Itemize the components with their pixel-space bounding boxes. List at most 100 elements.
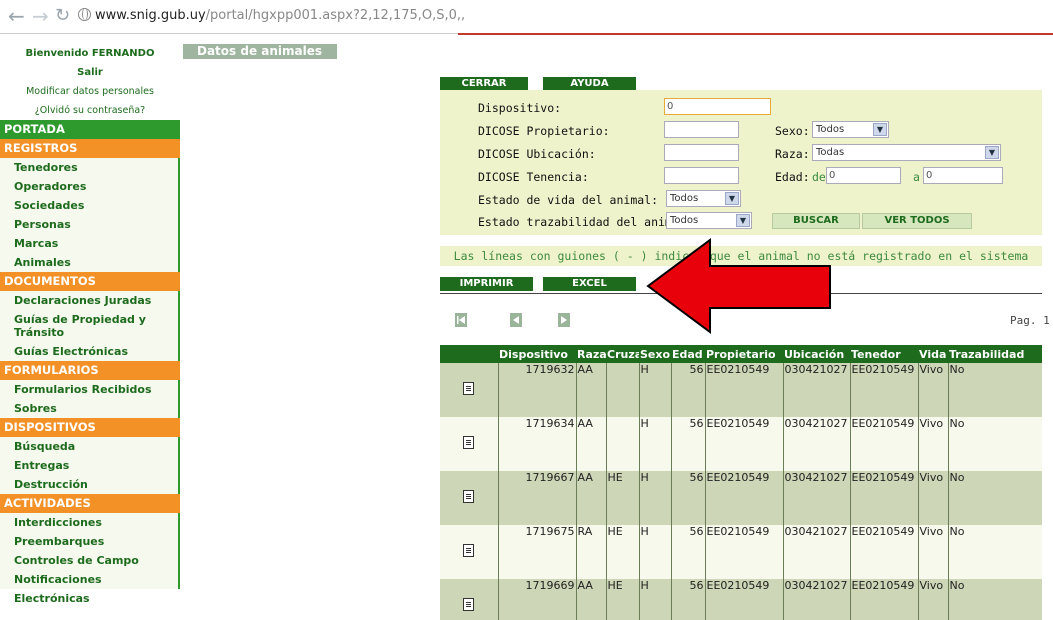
sidebar-item[interactable]: Búsqueda bbox=[0, 437, 180, 456]
chevron-down-icon[interactable]: ▼ bbox=[873, 123, 887, 136]
sidebar-section-3[interactable]: FORMULARIOS bbox=[0, 361, 180, 380]
sidebar-item[interactable]: Operadores bbox=[0, 177, 180, 196]
sexo-select[interactable]: Todos ▼ bbox=[812, 121, 889, 138]
table-cell: No bbox=[947, 525, 1042, 579]
view-all-button[interactable]: VER TODOS bbox=[862, 213, 972, 229]
table-cell: 56 bbox=[670, 525, 705, 579]
sidebar-item[interactable]: Sobres bbox=[0, 399, 180, 418]
table-cell: EE0210549 bbox=[704, 525, 783, 579]
table-row[interactable]: 1719669 AA HE H 56 EE0210549 030421027 EE021054… bbox=[440, 579, 1042, 620]
excel-button[interactable]: EXCEL bbox=[543, 277, 636, 291]
table-cell: No bbox=[947, 579, 1042, 620]
column-header[interactable]: Edad bbox=[671, 345, 705, 363]
table-cell: 56 bbox=[670, 579, 705, 620]
table-row[interactable]: 1719667 AA HE H 56 EE0210549 030421027 EE021054… bbox=[440, 471, 1042, 525]
vida-select[interactable]: Todos ▼ bbox=[666, 190, 741, 207]
chevron-down-icon[interactable]: ▼ bbox=[985, 146, 999, 159]
sidebar-item[interactable]: Guías de Propiedad y Tránsito bbox=[0, 310, 180, 342]
table-cell: EE0210549 bbox=[704, 417, 783, 471]
forgot-password-link[interactable]: ¿Olvidó su contraseña? bbox=[0, 101, 180, 120]
sidebar-item[interactable]: Controles de Campo bbox=[0, 551, 180, 570]
sidebar-item[interactable]: Marcas bbox=[0, 234, 180, 253]
next-page-icon[interactable] bbox=[558, 313, 570, 327]
vida-label: Estado de vida del animal: bbox=[478, 193, 659, 207]
raza-select[interactable]: Todas ▼ bbox=[812, 144, 1001, 161]
edit-profile-link[interactable]: Modificar datos personales bbox=[0, 82, 180, 101]
logout-link[interactable]: Salir bbox=[0, 63, 180, 82]
sidebar-section-4[interactable]: DISPOSITIVOS bbox=[0, 418, 180, 437]
reload-icon[interactable]: ↻ bbox=[55, 5, 70, 27]
tenencia-label: DICOSE Tenencia: bbox=[478, 170, 589, 184]
table-cell: H bbox=[638, 363, 671, 417]
forward-arrow-icon[interactable]: → bbox=[32, 5, 49, 27]
table-row[interactable]: 1719675 RA HE H 56 EE0210549 030421027 EE021054… bbox=[440, 525, 1042, 579]
sidebar-item[interactable]: Personas bbox=[0, 215, 180, 234]
column-header[interactable] bbox=[440, 345, 498, 363]
dispositivo-input[interactable]: 0 bbox=[664, 98, 771, 115]
column-header[interactable]: Cruza bbox=[606, 345, 639, 363]
chevron-down-icon[interactable]: ▼ bbox=[725, 192, 739, 205]
document-icon[interactable] bbox=[463, 381, 475, 395]
previous-page-icon[interactable] bbox=[510, 313, 522, 327]
sidebar-item[interactable]: Tenedores bbox=[0, 158, 180, 177]
chevron-down-icon[interactable]: ▼ bbox=[736, 214, 750, 227]
sidebar-section-1[interactable]: REGISTROS bbox=[0, 139, 180, 158]
edad-de-input[interactable]: 0 bbox=[826, 167, 901, 184]
table-cell: H bbox=[638, 525, 671, 579]
back-arrow-icon[interactable]: ← bbox=[8, 5, 25, 27]
table-cell: No bbox=[947, 471, 1042, 525]
sidebar-section-0[interactable]: PORTADA bbox=[0, 120, 180, 139]
document-icon[interactable] bbox=[463, 597, 475, 611]
column-header[interactable]: Trazabilidad bbox=[948, 345, 1042, 363]
sidebar-section-5[interactable]: ACTIVIDADES bbox=[0, 494, 180, 513]
table-cell: AA bbox=[575, 417, 606, 471]
sidebar-section-2[interactable]: DOCUMENTOS bbox=[0, 272, 180, 291]
column-header[interactable]: Tenedor bbox=[850, 345, 918, 363]
sidebar-item[interactable]: Preembarques bbox=[0, 532, 180, 551]
row-detail-cell bbox=[440, 363, 498, 417]
column-header[interactable]: Vida bbox=[918, 345, 948, 363]
dispositivo-label: Dispositivo: bbox=[478, 101, 562, 115]
tenencia-input[interactable] bbox=[664, 167, 739, 184]
help-button[interactable]: AYUDA bbox=[543, 77, 636, 91]
table-cell: 56 bbox=[670, 363, 705, 417]
first-page-icon[interactable] bbox=[455, 313, 467, 327]
url-host: www.snig.gub.uy bbox=[95, 8, 206, 23]
document-icon[interactable] bbox=[463, 543, 475, 557]
print-button[interactable]: IMPRIMIR bbox=[440, 277, 533, 291]
sidebar-item[interactable]: Entregas bbox=[0, 456, 180, 475]
propietario-input[interactable] bbox=[664, 121, 739, 138]
table-row[interactable]: 1719632 AA H 56 EE0210549 030421027 EE0210549 V… bbox=[440, 363, 1042, 417]
ubicacion-label: DICOSE Ubicación: bbox=[478, 147, 596, 161]
trazabilidad-select[interactable]: Todos ▼ bbox=[666, 212, 752, 229]
close-button[interactable]: CERRAR bbox=[440, 77, 528, 91]
table-cell: Vivo bbox=[917, 579, 948, 620]
sidebar-item[interactable]: Formularios Recibidos bbox=[0, 380, 180, 399]
sidebar-item[interactable]: Notificaciones Electrónicas bbox=[0, 570, 180, 605]
edad-a-input[interactable]: 0 bbox=[923, 167, 1003, 184]
document-icon[interactable] bbox=[463, 435, 475, 449]
sidebar-item[interactable]: Interdicciones bbox=[0, 513, 180, 532]
sidebar-item[interactable]: Declaraciones Juradas bbox=[0, 291, 180, 310]
table-cell bbox=[605, 363, 639, 417]
column-header[interactable]: Raza bbox=[576, 345, 606, 363]
search-button[interactable]: BUSCAR bbox=[772, 213, 860, 229]
address-bar[interactable]: www.snig.gub.uy/portal/hgxpp001.aspx?2,1… bbox=[78, 8, 465, 23]
table-cell: H bbox=[638, 417, 671, 471]
sidebar-item[interactable]: Animales bbox=[0, 253, 180, 272]
table-row[interactable]: 1719634 AA H 56 EE0210549 030421027 EE0210549 V… bbox=[440, 417, 1042, 471]
sidebar-item[interactable]: Guías Electrónicas bbox=[0, 342, 180, 361]
table-cell: 56 bbox=[670, 417, 705, 471]
document-icon[interactable] bbox=[463, 489, 475, 503]
column-header[interactable]: Sexo bbox=[639, 345, 671, 363]
table-cell: Vivo bbox=[917, 525, 948, 579]
sidebar-item[interactable]: Sociedades bbox=[0, 196, 180, 215]
red-arrow-annotation bbox=[646, 238, 831, 334]
table-cell: EE0210549 bbox=[849, 471, 918, 525]
column-header[interactable]: Dispositivo bbox=[498, 345, 576, 363]
column-header[interactable]: Propietario bbox=[705, 345, 783, 363]
sidebar-item[interactable]: Destrucción bbox=[0, 475, 180, 494]
ubicacion-input[interactable] bbox=[664, 144, 739, 161]
column-header[interactable]: Ubicación bbox=[783, 345, 850, 363]
url-path: /portal/hgxpp001.aspx?2,12,175,O,S,0,, bbox=[205, 8, 466, 23]
